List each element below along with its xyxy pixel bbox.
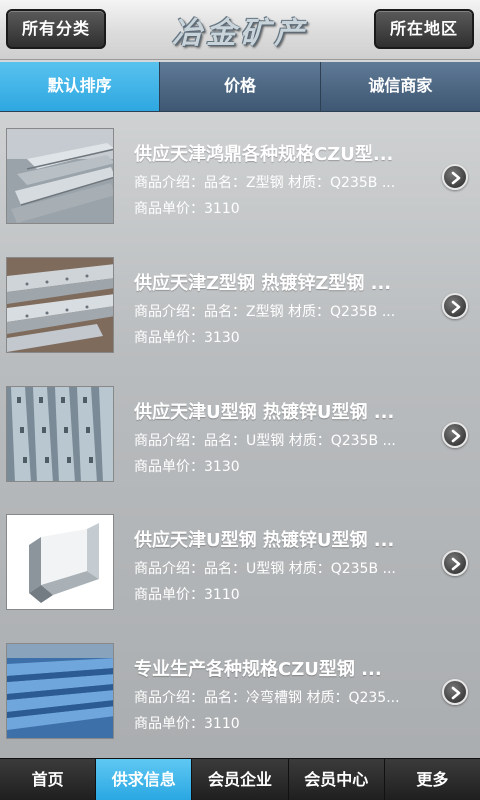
product-description: 商品介绍：品名：Z型钢 材质：Q235B ... (134, 303, 396, 320)
product-description: 商品介绍：品名：冷弯槽钢 材质：Q235... (134, 690, 400, 707)
product-description: 商品介绍：品名：U型钢 材质：Q235B ... (134, 432, 396, 449)
product-title: 供应天津U型钢 热镀锌U型钢 ... (134, 530, 395, 552)
product-thumbnail (6, 514, 114, 611)
nav-supply-demand[interactable]: 供求信息 (96, 759, 193, 800)
nav-more[interactable]: 更多 (385, 759, 480, 800)
product-thumbnail (6, 385, 114, 482)
product-price: 商品单价：3130 (134, 458, 240, 475)
tab-trusted-merchants[interactable]: 诚信商家 (321, 62, 480, 111)
list-item[interactable]: 供应天津U型钢 热镀锌U型钢 ... 商品介绍：品名：U型钢 材质：Q235B … (0, 500, 480, 629)
product-thumbnail (6, 643, 114, 740)
location-button[interactable]: 所在地区 (374, 9, 474, 49)
nav-member-center[interactable]: 会员中心 (289, 759, 385, 800)
sort-tabs: 默认排序 价格 诚信商家 (0, 62, 480, 112)
chevron-right-icon[interactable] (442, 292, 468, 319)
product-description: 商品介绍：品名：Z型钢 材质：Q235B ... (134, 175, 396, 191)
list-item[interactable]: 专业生产各种规格CZU型钢 ... 商品介绍：品名：冷弯槽钢 材质：Q235..… (0, 629, 480, 758)
chevron-right-icon[interactable] (442, 550, 468, 577)
list-item[interactable]: 供应天津Z型钢 热镀锌Z型钢 ... 商品介绍：品名：Z型钢 材质：Q235B … (0, 243, 480, 372)
product-price: 商品单价：3130 (134, 329, 240, 346)
product-title: 供应天津鸿鼎各种规格CZU型... (134, 144, 394, 165)
tab-price[interactable]: 价格 (160, 62, 321, 111)
chevron-right-icon[interactable] (442, 164, 468, 190)
app-header: 所有分类 冶金矿产 所在地区 (0, 0, 480, 60)
product-thumbnail (6, 256, 114, 353)
nav-member-companies[interactable]: 会员企业 (192, 759, 289, 800)
list-item[interactable]: 供应天津U型钢 热镀锌U型钢 ... 商品介绍：品名：U型钢 材质：Q235B … (0, 372, 480, 501)
product-price: 商品单价：3110 (134, 716, 240, 733)
bottom-navigation: 首页 供求信息 会员企业 会员中心 更多 (0, 758, 480, 800)
chevron-right-icon[interactable] (442, 421, 468, 448)
chevron-right-icon[interactable] (442, 679, 468, 706)
product-title: 供应天津Z型钢 热镀锌Z型钢 ... (134, 272, 392, 294)
product-price: 商品单价：3110 (134, 587, 240, 604)
product-description: 商品介绍：品名：U型钢 材质：Q235B ... (134, 561, 396, 578)
tab-default-sort[interactable]: 默认排序 (0, 62, 161, 111)
product-thumbnail (6, 128, 114, 224)
product-list: 供应天津鸿鼎各种规格CZU型... 商品介绍：品名：Z型钢 材质：Q235B .… (0, 114, 480, 758)
nav-home[interactable]: 首页 (0, 759, 97, 800)
product-title: 供应天津U型钢 热镀锌U型钢 ... (134, 401, 395, 423)
product-price: 商品单价：3110 (134, 201, 240, 217)
list-item[interactable]: 供应天津鸿鼎各种规格CZU型... 商品介绍：品名：Z型钢 材质：Q235B .… (0, 114, 480, 243)
product-title: 专业生产各种规格CZU型钢 ... (134, 659, 382, 681)
